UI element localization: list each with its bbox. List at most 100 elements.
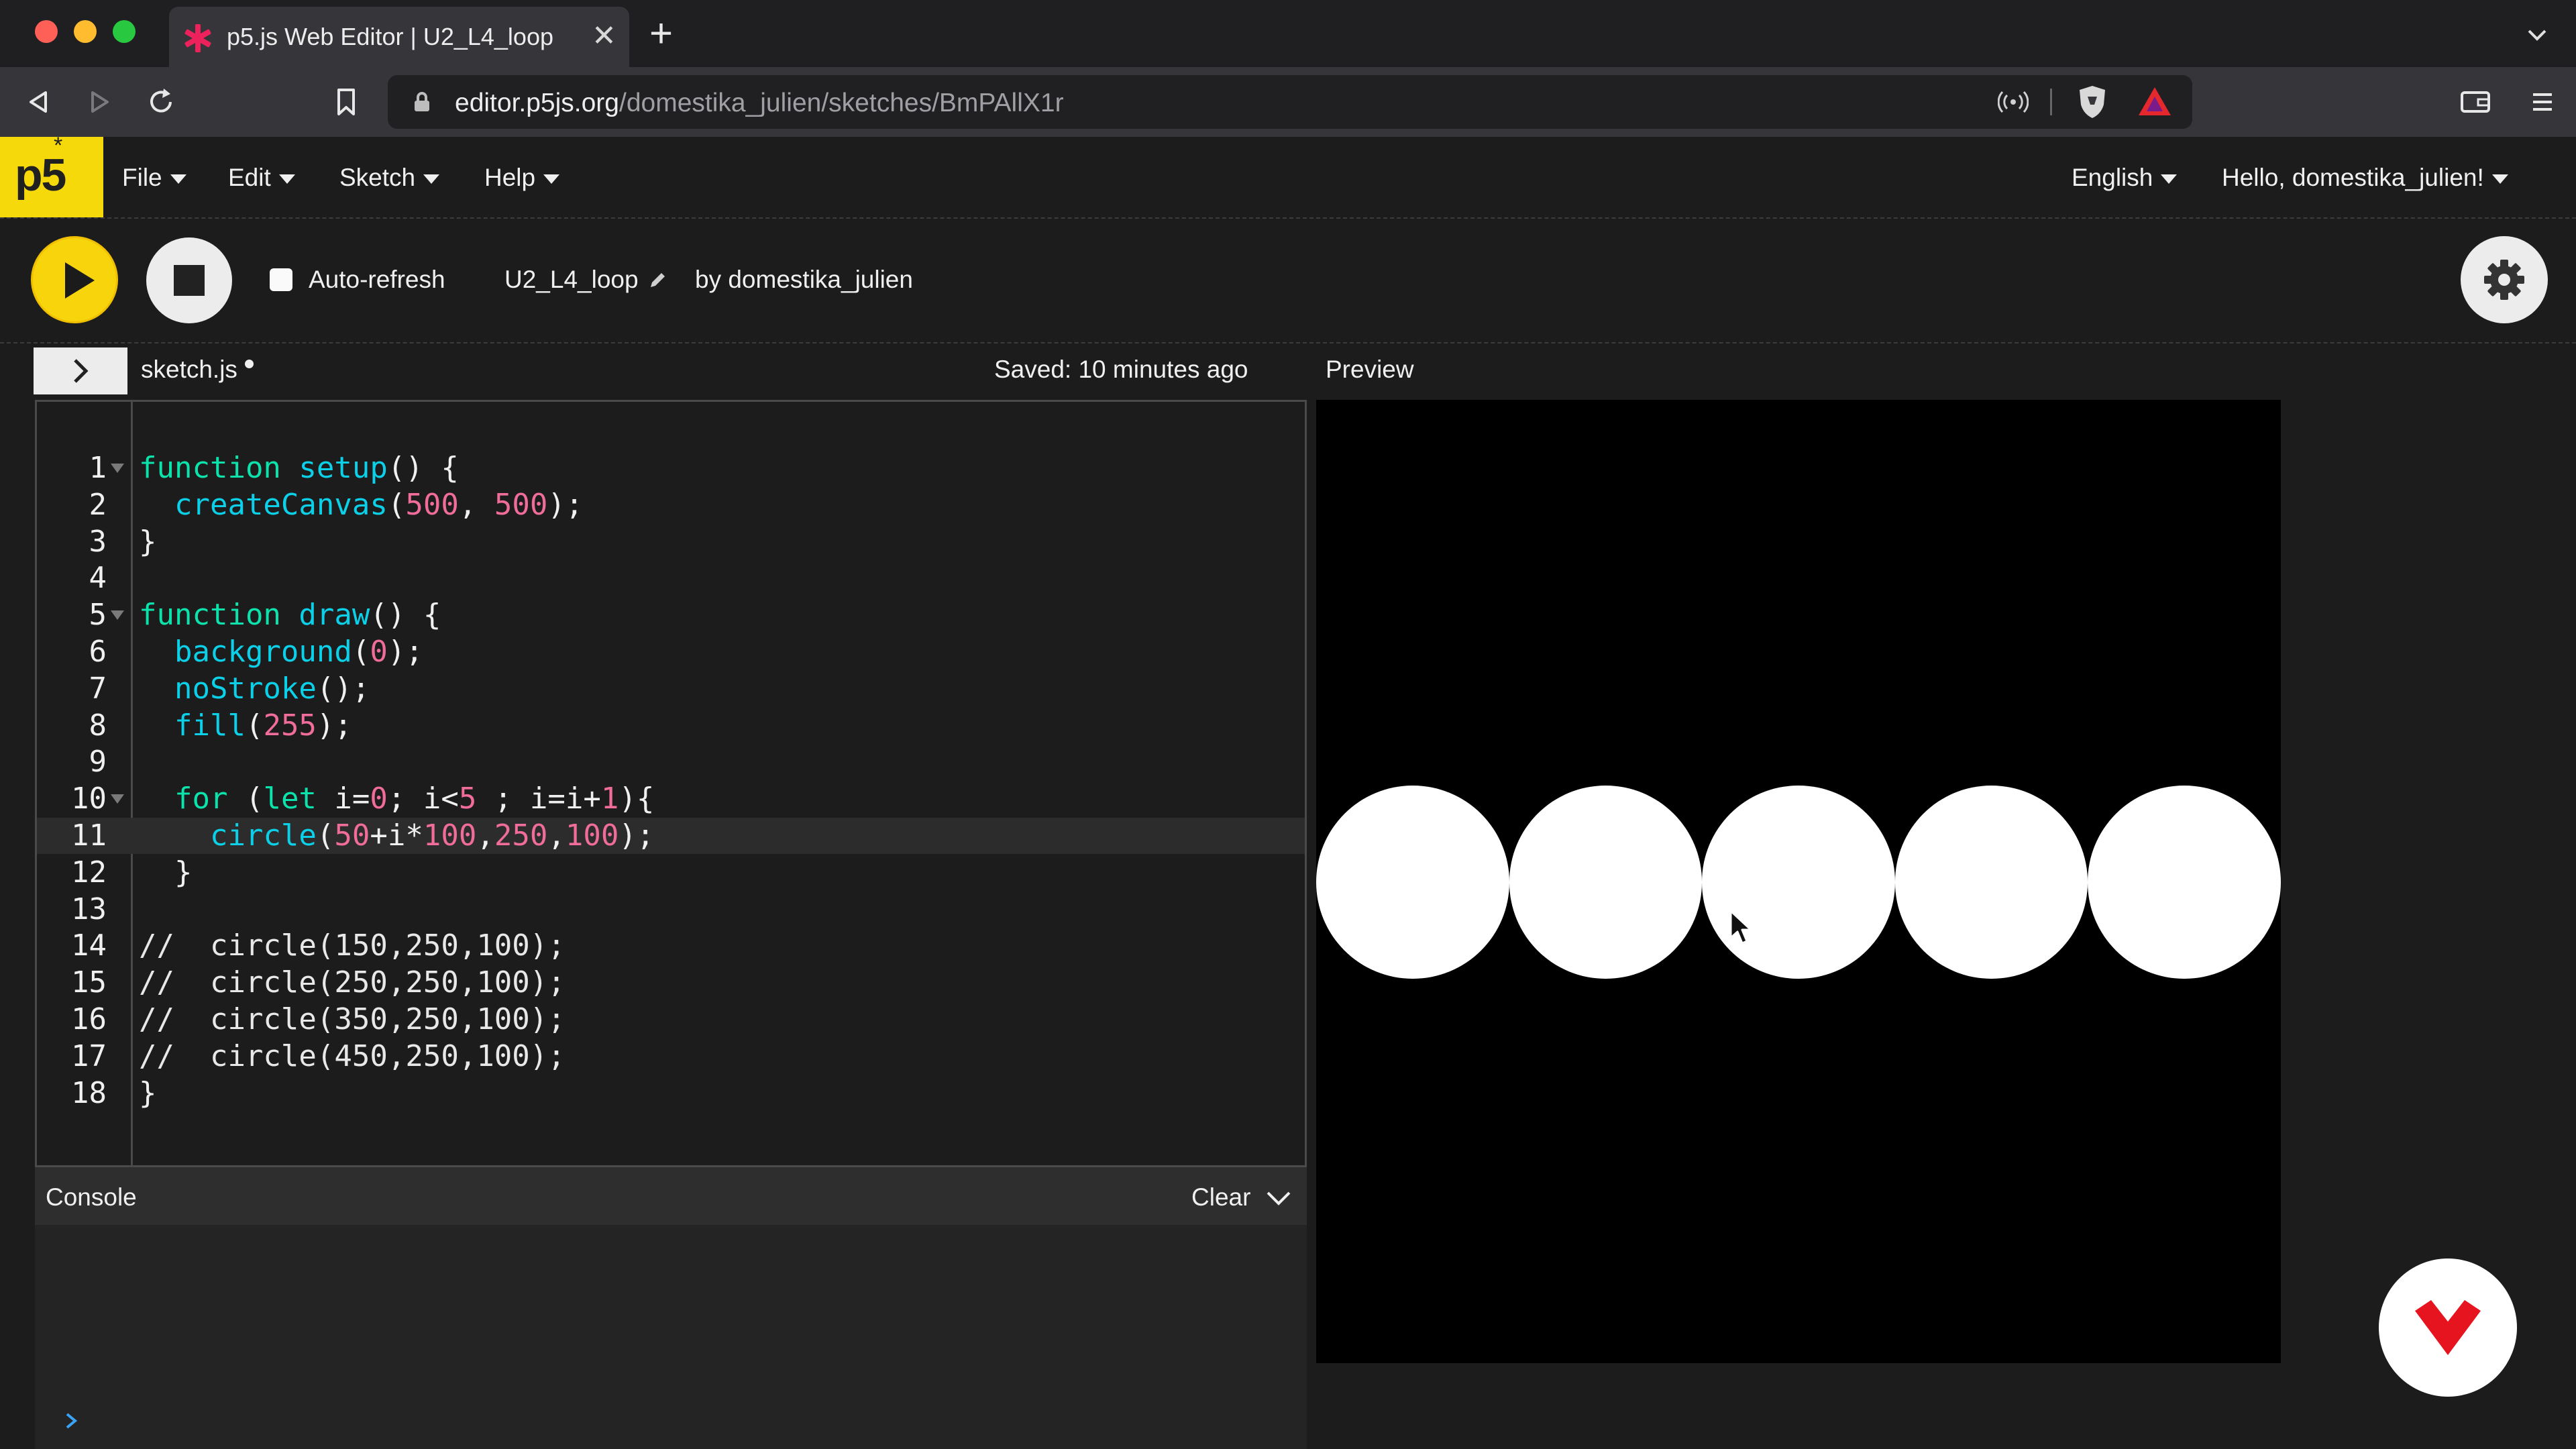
- chevron-down-icon: [2491, 174, 2508, 184]
- window-close-button[interactable]: [35, 20, 58, 43]
- line-number: 7: [89, 671, 107, 706]
- preview-circle: [1894, 786, 2088, 979]
- unsaved-indicator: [245, 360, 254, 368]
- url-path: /domestika_julien/sketches/BmPAllX1r: [619, 89, 1064, 117]
- code-line[interactable]: 16 // circle(350,250,100);: [37, 1002, 1305, 1038]
- code-text: fill(255);: [174, 708, 352, 743]
- line-number: 18: [71, 1075, 107, 1110]
- fold-arrow-icon[interactable]: [111, 794, 124, 804]
- code-line[interactable]: 2 createCanvas(500, 500);: [37, 487, 1305, 523]
- line-number: 14: [71, 928, 107, 963]
- code-text: }: [139, 524, 157, 559]
- console-clear-button[interactable]: Clear: [1191, 1183, 1250, 1212]
- code-text: // circle(350,250,100);: [139, 1002, 566, 1036]
- code-line[interactable]: 4: [37, 560, 1305, 596]
- menu-file-label: File: [122, 164, 162, 191]
- chevron-down-icon: [423, 174, 440, 184]
- code-line[interactable]: 8 fill(255);: [37, 708, 1305, 744]
- code-line[interactable]: 7 noStroke();: [37, 671, 1305, 707]
- window-minimize-button[interactable]: [74, 20, 97, 43]
- domestika-badge[interactable]: [2379, 1258, 2517, 1397]
- fold-arrow-icon[interactable]: [111, 610, 124, 621]
- browser-nav-bar: editor.p5js.org/domestika_julien/sketche…: [0, 67, 2576, 137]
- browser-tab-bar: p5.js Web Editor | U2_L4_loop ✕ +: [0, 0, 2576, 67]
- gear-icon: [2484, 260, 2524, 300]
- code-line[interactable]: 10 for (let i=0; i<5 ; i=i+1){: [37, 781, 1305, 817]
- brave-shield-icon[interactable]: [2077, 85, 2108, 119]
- code-line[interactable]: 6 background(0);: [37, 634, 1305, 670]
- chevron-down-icon[interactable]: [2525, 23, 2549, 47]
- code-line[interactable]: 15 // circle(250,250,100);: [37, 965, 1305, 1001]
- saved-status: Saved: 10 minutes ago: [994, 356, 1248, 383]
- window-maximize-button[interactable]: [113, 20, 136, 43]
- chevron-down-icon[interactable]: [1265, 1185, 1292, 1212]
- line-number: 16: [71, 1002, 107, 1036]
- line-number: 13: [71, 892, 107, 926]
- settings-button[interactable]: [2461, 236, 2548, 323]
- code-line[interactable]: 5 function draw() {: [37, 597, 1305, 633]
- preview-label: Preview: [1326, 356, 1414, 383]
- language-label: English: [2072, 164, 2153, 191]
- pencil-icon[interactable]: [647, 270, 668, 291]
- stop-button[interactable]: [146, 237, 232, 323]
- tab-close-button[interactable]: ✕: [592, 19, 616, 54]
- sketch-name[interactable]: U2_L4_loop: [504, 266, 639, 294]
- code-line[interactable]: 17 // circle(450,250,100);: [37, 1038, 1305, 1075]
- line-number: 11: [71, 818, 107, 853]
- reload-icon[interactable]: [144, 85, 178, 119]
- chevron-right-icon: [74, 359, 89, 383]
- sketch-toolbar: Auto-refresh U2_L4_loop by domestika_jul…: [0, 219, 2576, 343]
- new-tab-button[interactable]: +: [649, 13, 673, 54]
- user-menu[interactable]: Hello, domestika_julien!: [2222, 164, 2508, 192]
- code-text: // circle(150,250,100);: [139, 928, 566, 963]
- console-body[interactable]: [35, 1225, 1307, 1449]
- browser-tab[interactable]: p5.js Web Editor | U2_L4_loop ✕: [169, 7, 629, 67]
- menu-sketch[interactable]: Sketch: [339, 164, 440, 192]
- console-header: Console Clear: [35, 1167, 1307, 1225]
- line-number: 8: [89, 708, 107, 743]
- code-text: function draw() {: [139, 598, 441, 633]
- brave-rewards-icon[interactable]: [2137, 86, 2172, 118]
- line-number: 9: [89, 745, 107, 780]
- code-text: circle(50+i*100,250,100);: [209, 818, 655, 853]
- forward-icon[interactable]: [82, 85, 117, 119]
- code-editor[interactable]: 1 function setup() {2 createCanvas(500, 5…: [35, 400, 1307, 1167]
- bookmark-icon[interactable]: [329, 85, 364, 119]
- code-line[interactable]: 18}: [37, 1075, 1305, 1112]
- code-line[interactable]: 12 }: [37, 855, 1305, 891]
- menu-file[interactable]: File: [122, 164, 186, 192]
- menu-edit[interactable]: Edit: [228, 164, 295, 192]
- chevron-down-icon: [278, 174, 295, 184]
- code-line[interactable]: 9: [37, 744, 1305, 780]
- code-text: createCanvas(500, 500);: [174, 487, 584, 522]
- menu-help[interactable]: Help: [484, 164, 560, 192]
- language-menu[interactable]: English: [2072, 164, 2178, 192]
- code-line[interactable]: 14 // circle(150,250,100);: [37, 928, 1305, 964]
- back-icon[interactable]: [21, 85, 56, 119]
- code-text: function setup() {: [139, 451, 459, 485]
- line-number: 17: [71, 1038, 107, 1073]
- address-bar[interactable]: editor.p5js.org/domestika_julien/sketche…: [388, 75, 2192, 129]
- play-icon: [65, 262, 95, 299]
- chevron-down-icon: [2161, 174, 2178, 184]
- code-line[interactable]: 11 circle(50+i*100,250,100);: [37, 818, 1305, 854]
- code-line[interactable]: 3}: [37, 524, 1305, 560]
- code-line[interactable]: 13: [37, 892, 1305, 928]
- code-line[interactable]: 1 function setup() {: [37, 450, 1305, 486]
- menu-help-label: Help: [484, 164, 536, 191]
- code-text: // circle(250,250,100);: [139, 965, 566, 1000]
- file-name-tab[interactable]: sketch.js: [141, 356, 237, 384]
- sidebar-toggle-button[interactable]: [34, 347, 127, 394]
- line-number: 1: [89, 451, 107, 485]
- auto-refresh-checkbox[interactable]: [270, 268, 292, 291]
- preview-canvas[interactable]: [1316, 400, 2281, 1363]
- wallet-icon[interactable]: [2458, 85, 2493, 119]
- play-button[interactable]: [31, 236, 118, 323]
- broadcast-icon[interactable]: [1998, 90, 2029, 114]
- p5-logo[interactable]: p5 *: [0, 133, 103, 217]
- console-title: Console: [46, 1183, 137, 1211]
- domestika-logo-icon: [2415, 1300, 2481, 1355]
- mouse-cursor-icon: [1729, 910, 1752, 945]
- menu-icon[interactable]: [2525, 85, 2560, 119]
- fold-arrow-icon[interactable]: [111, 464, 124, 473]
